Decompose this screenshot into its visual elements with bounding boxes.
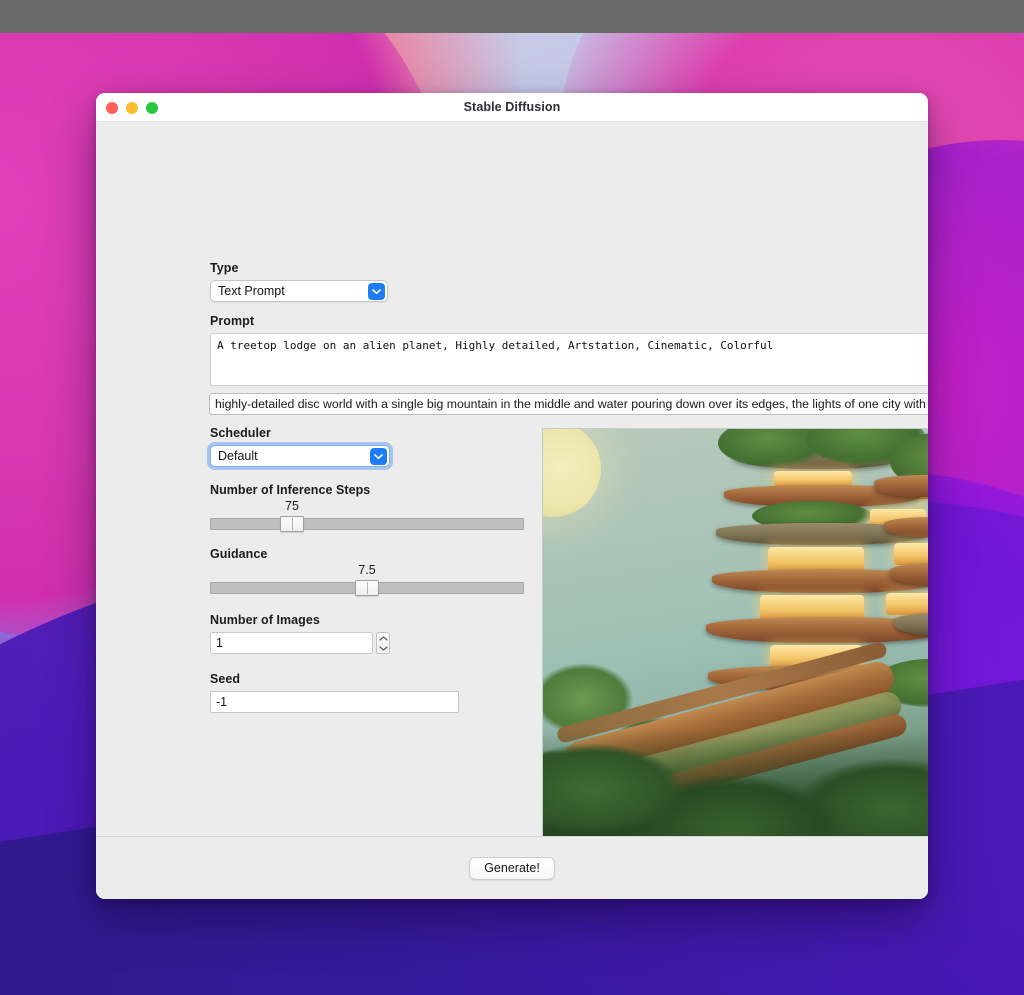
number-of-images-input[interactable] xyxy=(210,632,373,654)
guidance-thumb[interactable] xyxy=(355,580,379,596)
prompt-history-value: highly-detailed disc world with a single… xyxy=(215,397,928,411)
window-title: Stable Diffusion xyxy=(463,100,561,114)
minimize-window-icon[interactable] xyxy=(126,101,138,114)
scheduler-label: Scheduler xyxy=(210,426,271,440)
generated-image-preview[interactable] xyxy=(542,428,928,885)
number-of-images-label: Number of Images xyxy=(210,613,320,627)
inference-steps-track[interactable] xyxy=(210,518,524,530)
chevron-down-icon xyxy=(378,645,388,651)
menu-bar xyxy=(0,0,1024,33)
type-field-group: Type Text Prompt xyxy=(210,261,390,302)
guidance-value: 7.5 xyxy=(358,563,376,577)
prompt-history-select[interactable]: highly-detailed disc world with a single… xyxy=(209,393,928,415)
scheduler-select[interactable]: Default xyxy=(210,445,390,467)
generated-artwork xyxy=(543,429,928,884)
seed-label: Seed xyxy=(210,672,241,686)
inference-steps-thumb[interactable] xyxy=(280,516,304,532)
inference-steps-label: Number of Inference Steps xyxy=(210,483,371,497)
settings-column: Scheduler Default Number of Inference St… xyxy=(210,426,530,713)
quantity-stepper[interactable] xyxy=(376,632,390,654)
chevron-down-icon[interactable] xyxy=(370,448,387,465)
app-window: Stable Diffusion Type Text Prompt Prompt xyxy=(96,93,928,899)
prompt-input[interactable]: A treetop lodge on an alien planet, High… xyxy=(210,333,928,386)
inference-steps-slider[interactable]: 75 xyxy=(210,499,524,532)
chevron-up-icon xyxy=(378,635,388,641)
generate-button[interactable]: Generate! xyxy=(469,856,555,880)
maximize-window-icon[interactable] xyxy=(146,101,158,114)
close-window-icon[interactable] xyxy=(106,101,118,114)
window-body: Type Text Prompt Prompt A treetop lodge … xyxy=(96,122,928,899)
type-select[interactable]: Text Prompt xyxy=(210,280,388,302)
number-of-images-row xyxy=(210,632,390,654)
type-select-value: Text Prompt xyxy=(218,284,285,298)
traffic-light-group xyxy=(106,93,158,122)
guidance-label: Guidance xyxy=(210,547,268,561)
window-titlebar[interactable]: Stable Diffusion xyxy=(96,93,928,122)
prompt-label: Prompt xyxy=(210,314,255,328)
prompt-field-group: Prompt A treetop lodge on an alien plane… xyxy=(210,314,928,386)
scheduler-select-value: Default xyxy=(218,449,258,463)
window-footer: Generate! xyxy=(96,836,928,899)
main-content: Type Text Prompt Prompt A treetop lodge … xyxy=(96,122,928,885)
seed-input[interactable] xyxy=(210,691,459,713)
inference-steps-value: 75 xyxy=(285,499,299,513)
guidance-slider[interactable]: 7.5 xyxy=(210,563,524,596)
chevron-down-icon[interactable] xyxy=(368,283,385,300)
type-label: Type xyxy=(210,261,239,275)
